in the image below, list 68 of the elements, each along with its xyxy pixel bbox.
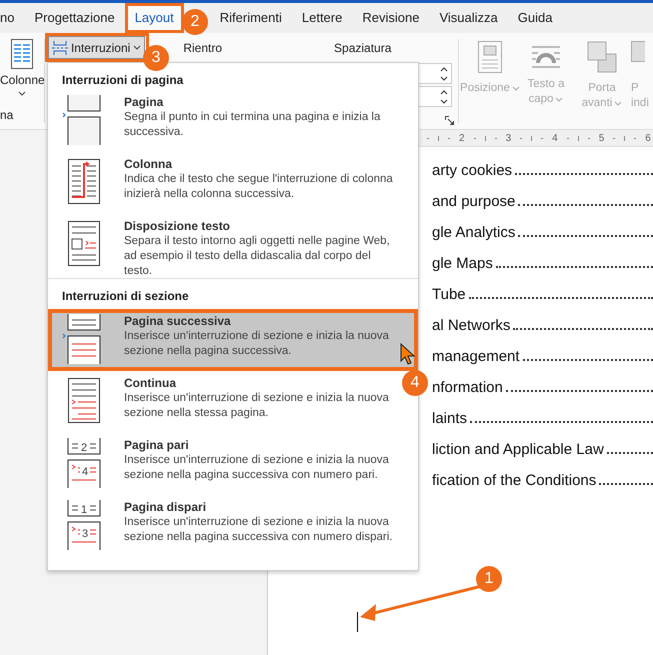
menu-item-title: Continua (124, 376, 178, 390)
spacing-label: Spaziatura (334, 40, 392, 54)
ribbon-tab[interactable]: Riferimenti (210, 3, 292, 33)
menu-item[interactable]: 1 3 Pagina dispari Inserisce un'interruzione di sezione e inizia la nuova sezione nella pagina successiva con numero dispari. (48, 495, 401, 557)
menu-item-title: Pagina successiva (124, 314, 232, 328)
menu-item-description: Inserisce un'interruzione di sezione e inizia la nuova sezione nella stessa pagina. (124, 391, 390, 421)
ribbon-tab[interactable]: Visualizza (429, 3, 508, 33)
menu-item[interactable]: Pagina Segna il punto in cui termina una pagina e inizia la successiva. (48, 90, 401, 152)
text-cursor (357, 612, 358, 632)
toc-entry: management (432, 348, 520, 365)
caret-icon (18, 91, 26, 96)
menu-item[interactable]: Pagina successiva Inserisce un'interruzione di sezione e inizia la nuova sezione nella pagina successiva. (48, 309, 418, 371)
ribbon-tab[interactable]: Guida (508, 3, 562, 33)
ruler-number: 6 (645, 132, 651, 144)
toc-entry: and purpose (432, 193, 516, 210)
spinner-arrows-icon (440, 88, 448, 106)
columns-button[interactable]: Colonne (0, 33, 45, 96)
menu-item-title: Pagina (124, 95, 164, 109)
ruler-number: 5 (598, 132, 604, 144)
menu-item[interactable]: Continua Inserisce un'interruzione di sezione e inizia la nuova sezione nella stessa pagina. (48, 371, 401, 433)
group-label: na (0, 108, 14, 122)
caret-icon (512, 86, 520, 91)
menu-item[interactable]: Colonna Indica che il testo che segue l'interruzione di colonna inizierà nella colonna successiva. (48, 152, 401, 214)
menu-item-description: Indica che il testo che segue l'interruzione di colonna inizierà nella colonna successiva. (124, 172, 394, 202)
toc-entry: gle Maps (432, 255, 493, 272)
indent-label: Rientro (183, 40, 222, 54)
ribbon-tab[interactable]: no (0, 3, 24, 33)
ruler-number: 2 (459, 132, 465, 144)
menu-item-title: Disposizione testo (124, 219, 232, 233)
dialog-launcher-icon[interactable] (445, 116, 454, 125)
ribbon-tab[interactable]: Layout (124, 3, 184, 33)
toc-entry: laints (432, 410, 468, 427)
toc-entry: Tube (432, 286, 466, 303)
toc-entry: al Networks (432, 317, 510, 334)
menu-item-title: Colonna (124, 157, 174, 171)
columns-icon (11, 39, 34, 69)
menu-item-description: Separa il testo intorno agli oggetti nelle pagine Web, ad esempio il testo della didascalia dal corpo del testo. (124, 234, 391, 279)
menu-item-title: Pagina dispari (124, 500, 208, 514)
toc-entry: gle Analytics (432, 224, 516, 241)
mouse-pointer-icon (400, 343, 416, 365)
bring-forward-icon (586, 41, 617, 73)
breaks-button[interactable]: Interruzioni (48, 36, 146, 59)
toc-entry: fication of the Conditions (432, 472, 596, 489)
menu-section-title: Interruzioni di pagina (61, 72, 184, 89)
menu-item[interactable]: 2 4 Pagina pari Inserisce un'interruzione di sezione e inizia la nuova sezione nella pagina successiva con numero pari. (48, 433, 401, 495)
caret-icon (614, 100, 622, 106)
menu-item[interactable]: Disposizione testo Separa il testo intorno agli oggetti nelle pagine Web, ad esempio il testo della didascalia dal corpo del testo. (48, 214, 401, 276)
menu-item-description: Inserisce un'interruzione di sezione e inizia la nuova sezione nella pagina successiva. (124, 329, 390, 359)
toc-entry: liction and Applicable Law (432, 441, 604, 458)
ruler-number: 4 (552, 132, 558, 144)
toc-entry: arty cookies (432, 162, 512, 179)
ribbon-tab[interactable]: Revisione (352, 3, 430, 33)
break-icon (62, 314, 102, 364)
toc-entry: nformation (432, 379, 503, 396)
position-icon (478, 41, 502, 73)
menu-item-title: Pagina pari (124, 438, 190, 452)
ribbon-tab[interactable]: Lettere (292, 3, 352, 33)
caret-icon (555, 96, 564, 102)
ribbon-tab[interactable]: Progettazione (24, 3, 125, 33)
ruler-number: 3 (506, 132, 512, 144)
page-break-icon (52, 40, 68, 54)
menu-item-description: Inserisce un'interruzione di sezione e inizia la nuova sezione nella pagina successiva con numero dispari. (124, 515, 394, 545)
spinner-arrows-icon (440, 64, 448, 82)
menu-item-description: Segna il punto in cui termina una pagina e inizia la successiva. (124, 110, 382, 140)
menu-item-description: Inserisce un'interruzione di sezione e inizia la nuova sezione nella pagina successiva con numero pari. (124, 453, 390, 483)
break-icon (62, 95, 102, 145)
menu-section-title: Interruzioni di sezione (61, 288, 190, 305)
caret-icon (133, 45, 142, 50)
